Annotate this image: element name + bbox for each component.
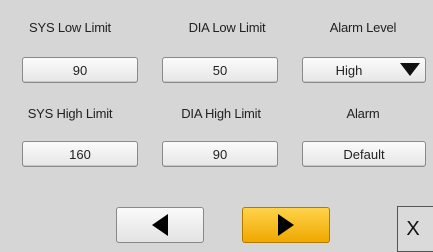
sys-low-limit-button[interactable]: 90: [22, 57, 138, 83]
chevron-down-icon: [400, 63, 420, 76]
previous-page-button[interactable]: [116, 207, 204, 243]
sys-low-limit-value: 90: [72, 62, 88, 78]
close-button[interactable]: X: [397, 206, 433, 252]
alarm-level-dropdown[interactable]: High: [302, 57, 426, 83]
alarm-level-value: High: [335, 62, 363, 78]
alarm-level-label: Alarm Level: [329, 20, 397, 35]
sys-high-limit-label: SYS High Limit: [27, 106, 113, 121]
sys-high-limit-button[interactable]: 160: [22, 141, 138, 167]
sys-low-limit-label: SYS Low Limit: [29, 20, 111, 35]
alarm-value: Default: [343, 146, 385, 162]
dia-high-limit-value: 90: [212, 146, 228, 162]
dia-high-limit-label: DIA High Limit: [181, 106, 261, 121]
arrow-left-icon: [152, 214, 168, 236]
next-page-button[interactable]: [242, 207, 330, 243]
close-label: X: [406, 217, 420, 240]
sys-high-limit-value: 160: [69, 146, 91, 162]
dia-low-limit-button[interactable]: 50: [162, 57, 278, 83]
alarm-button[interactable]: Default: [302, 141, 426, 167]
dia-low-limit-value: 50: [212, 62, 228, 78]
arrow-right-icon: [278, 214, 294, 236]
dia-high-limit-button[interactable]: 90: [162, 141, 278, 167]
alarm-label: Alarm: [346, 106, 380, 121]
dia-low-limit-label: DIA Low Limit: [188, 20, 266, 35]
